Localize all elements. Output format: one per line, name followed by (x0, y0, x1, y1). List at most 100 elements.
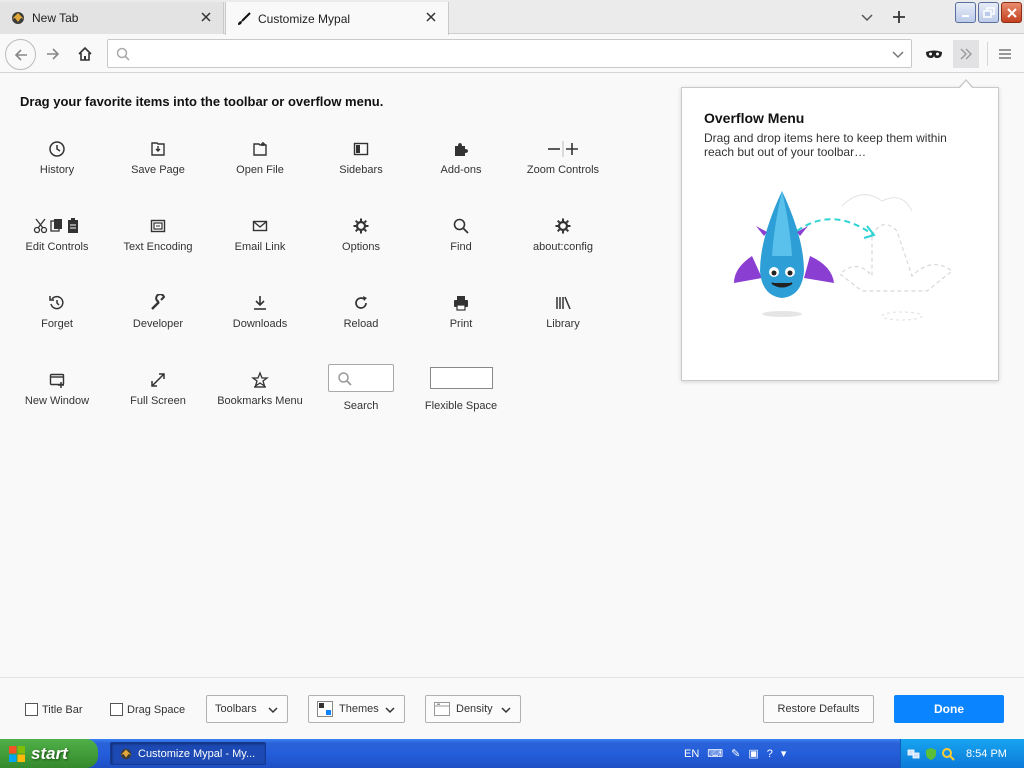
palette-item-label: Flexible Space (424, 400, 498, 412)
new-tab-button[interactable] (888, 6, 910, 28)
palette-item-about-config[interactable]: about:config (513, 217, 613, 254)
palette-item-label: Bookmarks Menu (217, 395, 303, 407)
palette-item-label: Options (342, 241, 380, 253)
checkbox-box[interactable] (25, 703, 38, 716)
navigation-toolbar (0, 35, 1024, 73)
restore-defaults-button[interactable]: Restore Defaults (763, 695, 874, 723)
palette-item-addons[interactable]: Add-ons (411, 140, 511, 177)
sidebars-icon (353, 142, 369, 156)
forward-button[interactable] (38, 39, 68, 69)
back-button[interactable] (5, 39, 36, 70)
palette-item-label: Text Encoding (123, 241, 193, 253)
wrench-icon (151, 294, 166, 310)
home-button[interactable] (70, 39, 100, 69)
palette-item-options[interactable]: Options (311, 217, 411, 254)
close-icon[interactable] (424, 10, 438, 24)
window-close-button[interactable] (1001, 2, 1022, 23)
done-button[interactable]: Done (894, 695, 1004, 723)
palette-item-label: Find (450, 241, 472, 253)
download-icon (254, 296, 266, 310)
drag-space-checkbox[interactable]: Drag Space (110, 703, 185, 716)
minimize-button[interactable] (955, 2, 976, 23)
palette-item-forget[interactable]: Forget (7, 294, 107, 331)
palette-item-developer[interactable]: Developer (108, 294, 208, 331)
network-icon[interactable] (907, 747, 921, 761)
library-icon (556, 296, 571, 310)
mypal-logo-icon (120, 748, 132, 759)
dropdown-label: Density (456, 703, 493, 715)
palette-item-email-link[interactable]: Email Link (210, 217, 310, 254)
palette-item-open-file[interactable]: Open File (210, 140, 310, 177)
chevron-down-icon (268, 707, 278, 714)
zoom-controls-icon (548, 141, 578, 157)
list-all-tabs-button[interactable] (856, 6, 878, 28)
private-browsing-button[interactable] (919, 39, 949, 69)
restore-button[interactable] (978, 2, 999, 23)
palette-item-print[interactable]: Print (411, 294, 511, 331)
speech-icon[interactable]: ▣ (748, 747, 758, 760)
tab-new-tab[interactable]: New Tab (0, 2, 224, 34)
tab-customize-mypal[interactable]: Customize Mypal (225, 2, 449, 35)
palette-item-bookmarks-menu[interactable]: Bookmarks Menu (210, 371, 310, 408)
keyboard-icon[interactable]: ⌨ (707, 747, 723, 760)
overflow-panel-title: Overflow Menu (704, 110, 805, 126)
palette-item-label: Library (546, 318, 580, 330)
panel-arrow-fill (959, 81, 973, 89)
palette-item-sidebars[interactable]: Sidebars (311, 140, 411, 177)
paintbrush-icon (238, 11, 251, 25)
search-icon (116, 47, 130, 61)
open-file-icon (253, 142, 267, 156)
palette-item-label: Save Page (131, 164, 185, 176)
overflow-menu-button[interactable] (953, 40, 979, 68)
options-icon[interactable]: ▾ (781, 747, 787, 760)
palette-item-zoom-controls[interactable]: Zoom Controls (513, 140, 613, 177)
density-dropdown[interactable]: Density (425, 695, 521, 723)
flexible-space-preview (429, 367, 493, 389)
close-icon[interactable] (199, 10, 213, 24)
text-encoding-icon (150, 219, 166, 233)
palette-item-find[interactable]: Find (411, 217, 511, 254)
palette-item-full-screen[interactable]: Full Screen (108, 371, 208, 408)
print-icon (454, 296, 468, 311)
themes-dropdown[interactable]: Themes (308, 695, 405, 723)
gear-icon (555, 218, 571, 234)
url-input[interactable] (140, 44, 880, 64)
search-icon (453, 218, 469, 234)
palette-item-downloads[interactable]: Downloads (210, 294, 310, 331)
chevron-down-icon[interactable] (891, 47, 905, 61)
language-bar[interactable]: EN ⌨ ✎ ▣ ? ▾ (676, 739, 786, 768)
mypal-logo-icon (12, 12, 24, 24)
url-bar[interactable] (107, 39, 912, 68)
new-window-icon (49, 373, 65, 388)
palette-item-label: Email Link (234, 241, 286, 253)
overflow-panel[interactable]: Overflow Menu Drag and drop items here t… (681, 87, 999, 381)
search-icon[interactable] (941, 747, 955, 761)
palette-item-text-encoding[interactable]: Text Encoding (108, 217, 208, 254)
palette-item-history[interactable]: History (7, 140, 107, 177)
chevron-down-icon (501, 707, 511, 714)
palette-item-flexible-space[interactable]: Flexible Space (411, 364, 511, 413)
start-button[interactable]: start (0, 739, 98, 768)
taskbar-item-mypal[interactable]: Customize Mypal - My... (110, 742, 266, 765)
palette-item-label: Zoom Controls (526, 164, 600, 176)
title-bar-checkbox[interactable]: Title Bar (25, 703, 83, 716)
pen-icon[interactable]: ✎ (731, 747, 740, 760)
double-chevron-right-icon (960, 48, 972, 60)
dropdown-label: Themes (339, 703, 379, 715)
palette-item-library[interactable]: Library (513, 294, 613, 331)
theme-swatch-icon (317, 701, 333, 717)
checkbox-box[interactable] (110, 703, 123, 716)
close-icon (1006, 7, 1017, 18)
language-indicator[interactable]: EN (684, 748, 699, 760)
palette-item-new-window[interactable]: New Window (7, 371, 107, 408)
help-icon[interactable]: ? (767, 748, 773, 760)
security-icon[interactable] (924, 747, 938, 761)
palette-item-save-page[interactable]: Save Page (108, 140, 208, 177)
palette-item-search[interactable]: Search (311, 364, 411, 413)
windows-taskbar: start Customize Mypal - My... EN ⌨ ✎ ▣ ?… (0, 739, 1024, 768)
menu-button[interactable] (990, 39, 1020, 69)
toolbars-dropdown[interactable]: Toolbars (206, 695, 288, 723)
palette-item-reload[interactable]: Reload (311, 294, 411, 331)
palette-item-edit-controls[interactable]: Edit Controls (7, 217, 107, 254)
bookmarks-menu-icon (251, 371, 269, 388)
